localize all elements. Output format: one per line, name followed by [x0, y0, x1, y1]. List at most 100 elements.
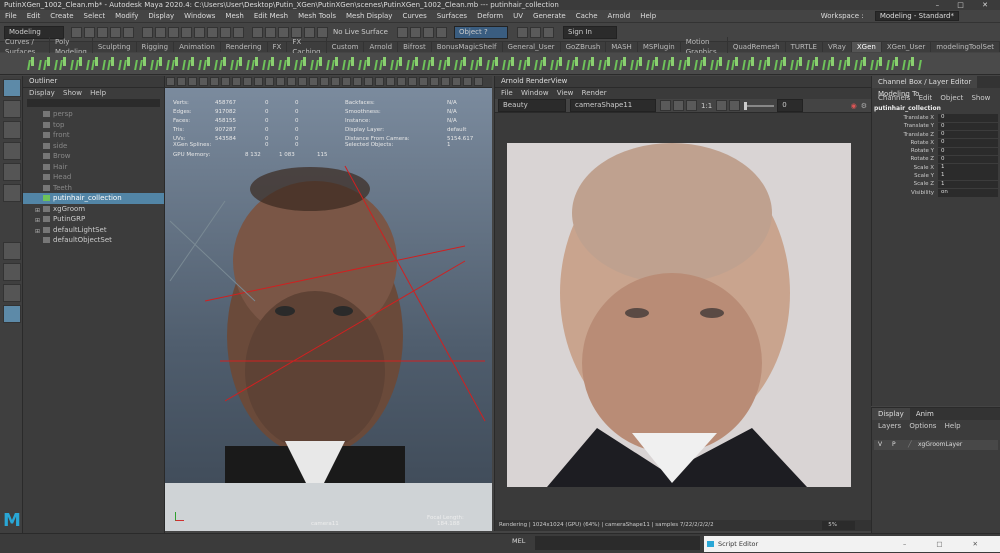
menu-surfaces[interactable]: Surfaces [437, 10, 467, 22]
outliner-item-putingrp[interactable]: ⊞ PutinGRP [23, 214, 164, 225]
menu-edit-mesh[interactable]: Edit Mesh [254, 10, 288, 22]
outliner-item-xggroom[interactable]: ⊞ xgGroom [23, 204, 164, 215]
shelf-tab[interactable]: XGen_User [882, 42, 932, 52]
menu-display[interactable]: Display [148, 10, 174, 22]
xgen-tool-icon[interactable] [778, 56, 791, 71]
shadows-icon[interactable] [353, 77, 362, 86]
menu-cache[interactable]: Cache [576, 10, 598, 22]
undo-icon[interactable] [110, 26, 121, 38]
mel-language-toggle[interactable]: MEL [512, 537, 525, 545]
zoom-field[interactable]: 5% [822, 521, 855, 530]
xgen-tool-icon[interactable] [826, 56, 839, 71]
shelf-tab[interactable]: QuadRemesh [728, 42, 786, 52]
xgen-tool-icon[interactable] [874, 56, 887, 71]
side-by-side-icon[interactable] [3, 284, 21, 302]
xgen-tool-icon[interactable] [554, 56, 567, 71]
cb-menu-channels[interactable]: Channels [878, 94, 910, 102]
xgen-tool-icon[interactable] [58, 56, 71, 71]
xgen-tool-icon[interactable] [522, 56, 535, 71]
script-editor-controls[interactable]: – □ ✕ [903, 536, 992, 552]
four-pane-icon[interactable] [3, 263, 21, 281]
depth-of-field-icon[interactable] [397, 77, 406, 86]
outliner-menu-show[interactable]: Show [63, 89, 82, 97]
xgen-tool-icon[interactable] [682, 56, 695, 71]
attr-value[interactable]: 0 [938, 122, 998, 131]
tab-channel-box[interactable]: Channel Box / Layer Editor [872, 76, 978, 88]
lasso-tool-icon[interactable] [3, 100, 21, 118]
xgen-tool-icon[interactable] [74, 56, 87, 71]
snap-grid-icon[interactable] [252, 26, 263, 38]
color-management-icon[interactable] [474, 77, 483, 86]
camera-select-icon[interactable] [166, 77, 175, 86]
rotate-tool-icon[interactable] [3, 163, 21, 181]
screen-space-ao-icon[interactable] [364, 77, 373, 86]
cb-menu-object[interactable]: Object [940, 94, 963, 102]
snap-surface-icon[interactable] [304, 26, 315, 38]
menu-windows[interactable]: Windows [184, 10, 215, 22]
smooth-shade-icon[interactable] [298, 77, 307, 86]
xgen-tool-icon[interactable] [362, 56, 375, 71]
shelf-tab[interactable]: VRay [823, 42, 852, 52]
menu-edit[interactable]: Edit [27, 10, 41, 22]
history-icon[interactable] [396, 26, 408, 38]
layer-playback-toggle[interactable]: P [892, 440, 896, 450]
layer-visibility-toggle[interactable]: V [878, 440, 882, 450]
xgen-tool-icon[interactable] [810, 56, 823, 71]
camera-dropdown[interactable]: cameraShape11 [570, 99, 656, 112]
arnold-ipr-icon[interactable] [529, 26, 541, 38]
safe-action-icon[interactable] [265, 77, 274, 86]
paint-select-icon[interactable] [3, 121, 21, 139]
field-chart-icon[interactable] [254, 77, 263, 86]
motion-blur-icon[interactable] [375, 77, 384, 86]
outliner-item-side[interactable]: side [23, 141, 164, 152]
menu-arnold[interactable]: Arnold [608, 10, 631, 22]
xgen-tool-icon[interactable] [442, 56, 455, 71]
single-pane-icon[interactable] [3, 242, 21, 260]
wireframe-on-shaded-icon[interactable] [320, 77, 329, 86]
script-editor-window[interactable]: Script Editor – □ ✕ [704, 536, 1000, 552]
exposure-icon[interactable] [452, 77, 461, 86]
select-hierarchy-icon[interactable] [142, 26, 153, 38]
sign-in-button[interactable]: Sign In [562, 25, 617, 39]
exposure-value[interactable]: 0 [777, 99, 804, 112]
arnold-render-icon[interactable] [516, 26, 528, 38]
xgen-tool-icon[interactable] [138, 56, 151, 71]
xgen-tool-icon[interactable] [170, 56, 183, 71]
menu-uv[interactable]: UV [513, 10, 523, 22]
xray-icon[interactable] [419, 77, 428, 86]
xgen-tool-icon[interactable] [762, 56, 775, 71]
shelf-tab[interactable]: General_User [503, 42, 561, 52]
film-gate-icon[interactable] [221, 77, 230, 86]
layout-icon[interactable] [3, 305, 21, 323]
select-uv-icon[interactable] [233, 26, 244, 38]
xgen-tool-icon[interactable] [426, 56, 439, 71]
shelf-tab[interactable]: Rigging [137, 42, 175, 52]
attr-value[interactable]: 1 [938, 180, 998, 189]
outliner-item-persp[interactable]: persp [23, 109, 164, 120]
select-component-icon[interactable] [168, 26, 179, 38]
xgen-tool-icon[interactable] [394, 56, 407, 71]
select-mask-icon[interactable] [181, 26, 192, 38]
xgen-tool-icon[interactable] [538, 56, 551, 71]
xgen-tool-icon[interactable] [506, 56, 519, 71]
xgen-tool-icon[interactable] [890, 56, 903, 71]
xgen-tool-icon[interactable] [570, 56, 583, 71]
new-scene-icon[interactable] [71, 26, 82, 38]
xgen-tool-icon[interactable] [234, 56, 247, 71]
menu-help[interactable]: Help [640, 10, 656, 22]
outliner-item-brow[interactable]: Brow [23, 151, 164, 162]
xgen-tool-icon[interactable] [698, 56, 711, 71]
attr-value[interactable]: 0 [938, 147, 998, 156]
grid-icon[interactable] [210, 77, 219, 86]
isolate-select-icon[interactable] [408, 77, 417, 86]
aov-dropdown[interactable]: Beauty [498, 99, 566, 112]
xgen-tool-icon[interactable] [122, 56, 135, 71]
xgen-tool-icon[interactable] [90, 56, 103, 71]
outliner-menu-display[interactable]: Display [29, 89, 55, 97]
viewport-panel[interactable]: Verts: 458767 0 0 Edges: 917082 0 0 Face… [165, 76, 492, 531]
select-tool-icon[interactable] [3, 79, 21, 97]
xgen-tool-icon[interactable] [858, 56, 871, 71]
arnold-window-icon[interactable] [542, 26, 554, 38]
attr-value[interactable]: on [938, 189, 998, 197]
xgen-tool-icon[interactable] [346, 56, 359, 71]
